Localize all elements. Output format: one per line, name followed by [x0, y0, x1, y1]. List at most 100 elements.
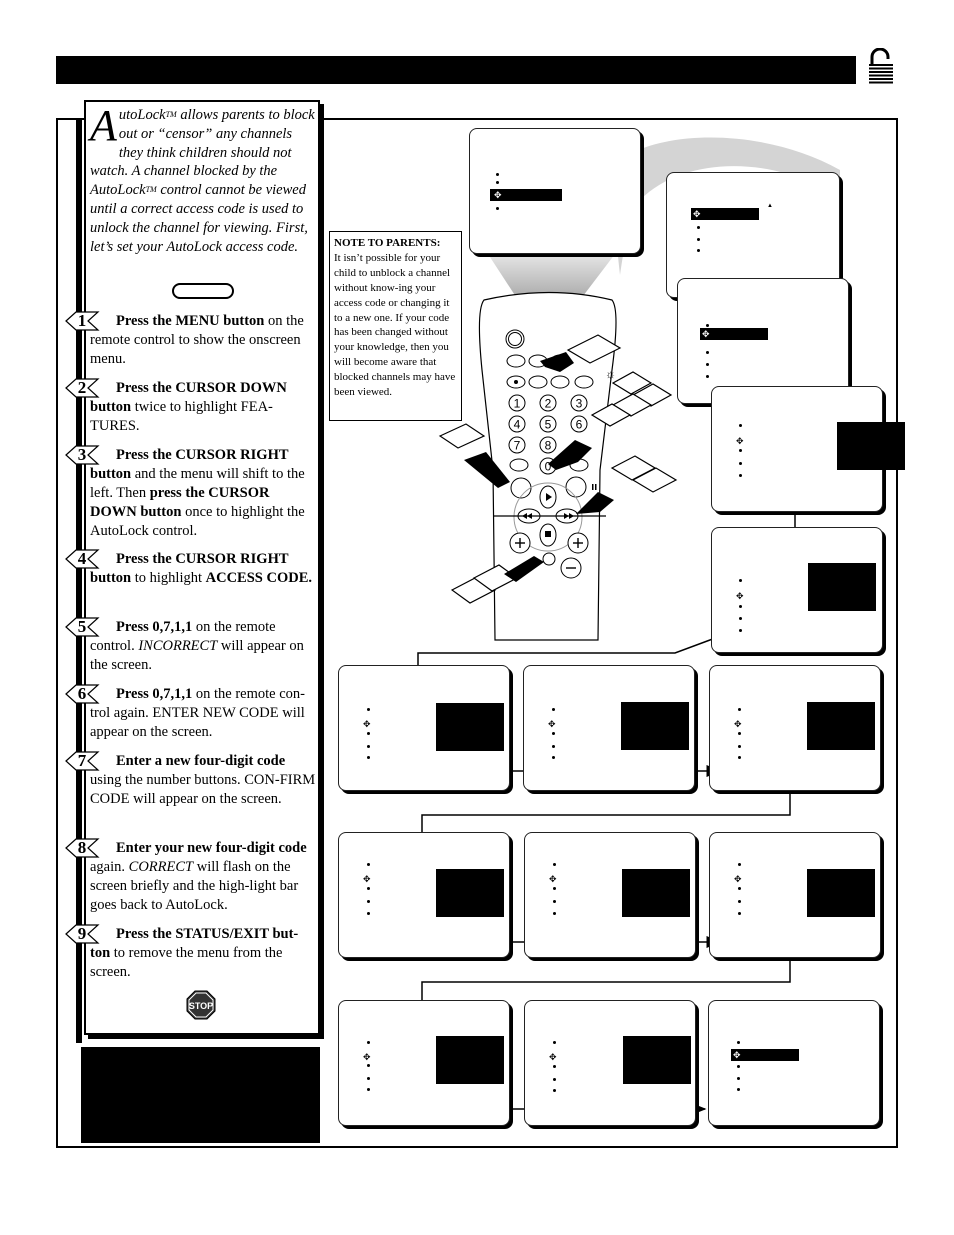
step-text: again.: [90, 859, 129, 875]
menu-bullet-icon: [367, 1041, 370, 1044]
step-2: 2 Press the CURSOR DOWN button twice to h…: [65, 378, 318, 436]
menu-bullet-icon: [738, 887, 741, 890]
cursor-arrows-icon: ✥: [549, 874, 557, 884]
menu-bullet-icon: [553, 1089, 556, 1092]
menu-bullet-icon: [553, 1078, 556, 1081]
up-arrow-icon: ▲: [767, 203, 773, 209]
code-entry-panel: [807, 702, 875, 750]
cursor-arrows-icon: ✥: [736, 436, 744, 446]
step-action: Press the MENU button: [116, 313, 265, 329]
tv-menu-screen: ✥: [338, 665, 510, 791]
cursor-arrows-icon: ✥: [549, 1052, 557, 1062]
menu-bullet-icon: [367, 732, 370, 735]
tv-menu-screen: ✥: [708, 1000, 880, 1126]
step-5: 5 Press 0,7,1,1 on the remote control. IN…: [65, 617, 318, 675]
step-text: using the number buttons. CON-FIRM CODE …: [90, 772, 316, 807]
cursor-arrows-icon: ✥: [702, 329, 710, 339]
step-number: 4: [77, 549, 87, 568]
step-number-badge: 7: [64, 750, 100, 772]
menu-bullet-icon: [738, 745, 741, 748]
step-action: Enter your new four-digit code: [116, 840, 307, 856]
step-number-badge: 5: [64, 616, 100, 638]
menu-bullet-icon: [737, 1077, 740, 1080]
stop-sign-label: STOP: [189, 1001, 213, 1011]
cursor-arrows-icon: ✥: [363, 1052, 371, 1062]
menu-bullet-icon: [739, 605, 742, 608]
menu-bullet-icon: [552, 756, 555, 759]
menu-bullet-icon: [697, 238, 700, 241]
stop-sign-icon: STOP: [186, 990, 216, 1020]
cursor-arrows-icon: ✥: [548, 719, 556, 729]
menu-bullet-icon: [552, 708, 555, 711]
step-8: 8 Enter your new four-digit code again. C…: [65, 838, 318, 915]
tv-menu-screen: ✥: [524, 1000, 696, 1126]
menu-bullet-icon: [552, 745, 555, 748]
step-text: to highlight: [131, 570, 206, 586]
tv-menu-screen: ✥: [711, 527, 883, 653]
step-number-badge: 4: [64, 548, 100, 570]
menu-bullet-icon: [739, 629, 742, 632]
menu-bullet-icon: [739, 474, 742, 477]
intro-paragraph: AutoLockTM allows parents to block out o…: [90, 101, 316, 256]
tv-menu-screen: ✥: [711, 386, 905, 512]
note-heading: NOTE TO PARENTS:: [334, 237, 441, 249]
menu-bullet-icon: [739, 424, 742, 427]
step-number: 7: [77, 751, 87, 770]
step-number-badge: 3: [64, 444, 100, 466]
code-entry-panel: [623, 1036, 691, 1084]
menu-bullet-icon: [738, 900, 741, 903]
menu-bullet-icon: [367, 756, 370, 759]
menu-bullet-icon: [738, 708, 741, 711]
left-column-rule: [76, 118, 82, 1043]
code-entry-panel: [436, 703, 504, 751]
menu-bullet-icon: [737, 1088, 740, 1091]
trademark: TM: [165, 110, 177, 119]
step-number-badge: 1: [64, 310, 100, 332]
step-action: Press 0,7,1,1: [116, 619, 193, 635]
menu-bullet-icon: [739, 617, 742, 620]
menu-bullet-icon: [739, 462, 742, 465]
code-entry-panel: [837, 422, 905, 470]
step-9: 9 Press the STATUS/EXIT but-ton to remove…: [65, 924, 318, 982]
step-number: 1: [77, 311, 87, 330]
tv-menu-screen: ✥: [338, 1000, 510, 1126]
tv-menu-screen: ✥: [524, 832, 696, 958]
code-entry-panel: [807, 869, 875, 917]
menu-bullet-icon: [706, 363, 709, 366]
tv-menu-screen: ✥: [469, 128, 641, 254]
step-action-2: ACCESS CODE.: [205, 570, 312, 586]
instructions-panel: AutoLockTM allows parents to block out o…: [65, 100, 320, 1035]
step-number-badge: 2: [64, 377, 100, 399]
cursor-arrows-icon: ✥: [363, 719, 371, 729]
drop-cap: A: [90, 101, 117, 150]
step-italic: INCORRECT: [138, 638, 218, 654]
step-number-badge: 6: [64, 683, 100, 705]
step-number: 9: [77, 924, 87, 943]
menu-bullet-icon: [737, 1065, 740, 1068]
cursor-arrows-icon: ✥: [494, 190, 502, 200]
menu-bullet-icon: [738, 756, 741, 759]
code-entry-panel: [436, 1036, 504, 1084]
menu-bullet-icon: [697, 249, 700, 252]
step-italic: CORRECT: [128, 859, 194, 875]
menu-bullet-icon: [367, 912, 370, 915]
step-number: 3: [77, 445, 87, 464]
menu-bullet-icon: [367, 863, 370, 866]
menu-bullet-icon: [367, 900, 370, 903]
code-entry-panel: [808, 563, 876, 611]
step-1: 1 Press the MENU button on the remote con…: [65, 311, 318, 369]
step-7: 7 Enter a new four-digit code using the n…: [65, 751, 318, 809]
note-body: It isn’t possible for your child to unbl…: [334, 251, 456, 399]
code-entry-panel: [436, 869, 504, 917]
step-4: 4 Press the CURSOR RIGHT button to highli…: [65, 549, 318, 588]
menu-bullet-icon: [706, 324, 709, 327]
menu-bullet-icon: [738, 732, 741, 735]
step-number-badge: 9: [64, 923, 100, 945]
menu-bullet-icon: [367, 1077, 370, 1080]
menu-bullet-icon: [553, 900, 556, 903]
tv-menu-screen: ✥: [338, 832, 510, 958]
menu-bullet-icon: [553, 912, 556, 915]
cursor-arrows-icon: ✥: [733, 1050, 741, 1060]
unlocked-padlock-icon: [869, 48, 893, 84]
step-number: 2: [77, 378, 87, 397]
